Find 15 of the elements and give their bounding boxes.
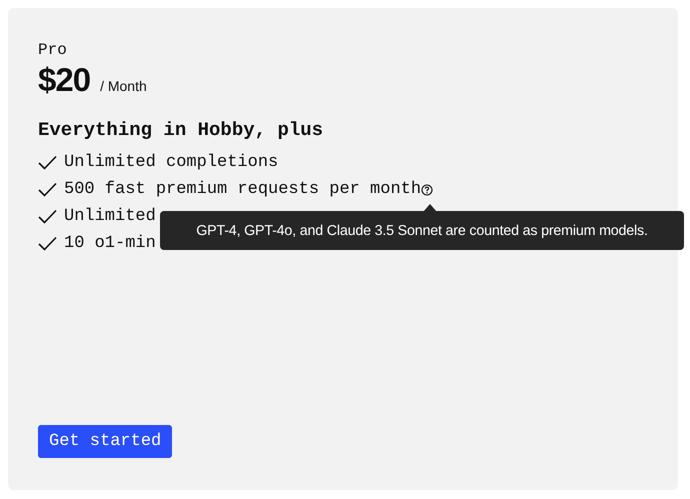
tooltip-text: GPT-4, GPT-4o, and Claude 3.5 Sonnet are counted as premium models. xyxy=(196,222,648,238)
feature-text: 500 fast premium requests per month xyxy=(64,180,422,199)
plan-name: Pro xyxy=(38,41,67,59)
billing-period: / Month xyxy=(100,78,147,94)
feature-text: Unlimited completions xyxy=(64,153,278,172)
feature-text: Unlimited xyxy=(64,207,156,226)
get-started-button[interactable]: Get started xyxy=(38,425,172,458)
feature-text: 10 o1-min xyxy=(64,234,156,253)
check-icon xyxy=(38,155,57,170)
check-icon xyxy=(38,236,57,251)
help-icon[interactable] xyxy=(421,184,434,196)
plan-price: $20 xyxy=(38,61,90,99)
check-icon xyxy=(38,182,57,197)
check-icon xyxy=(38,209,57,224)
features-heading: Everything in Hobby, plus xyxy=(38,119,324,141)
